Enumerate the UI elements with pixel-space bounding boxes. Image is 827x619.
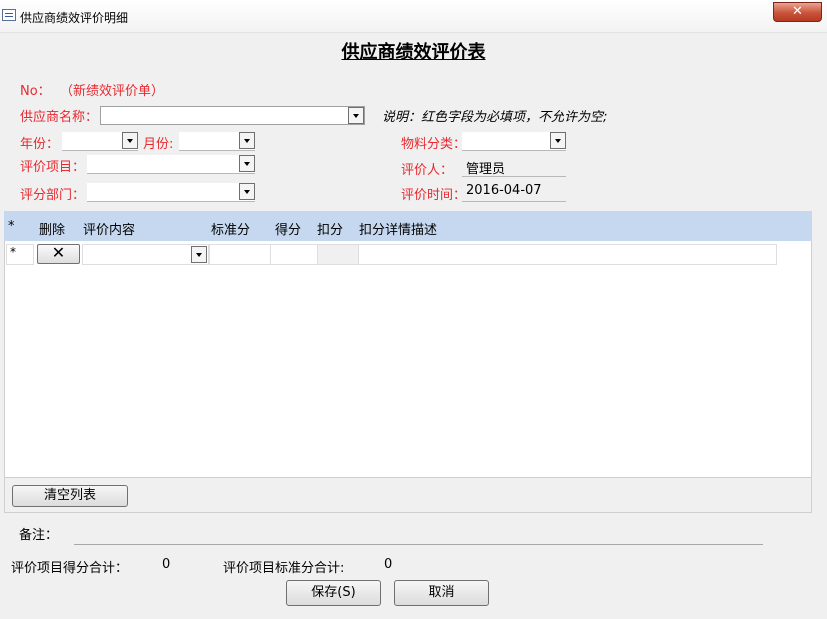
- grid-header-standard: 标准分: [211, 223, 251, 238]
- item-label: 评价项目：: [20, 160, 86, 175]
- grid-header-deduction: 扣分: [317, 223, 344, 238]
- chevron-down-icon[interactable]: [239, 155, 255, 172]
- delete-row-button[interactable]: ✕: [37, 244, 80, 264]
- deduction-cell: [317, 244, 359, 265]
- score-cell[interactable]: [270, 244, 318, 265]
- month-combo[interactable]: [179, 132, 255, 151]
- clear-list-button[interactable]: 清空列表: [12, 485, 128, 507]
- material-label: 物料分类：: [401, 137, 467, 152]
- no-label: No：: [20, 84, 51, 99]
- cancel-button[interactable]: 取消: [394, 580, 489, 606]
- grid-header-detail: 扣分详情描述: [359, 223, 438, 238]
- score-total-label: 评价项目得分合计：: [11, 561, 129, 576]
- dept-label: 评分部门：: [20, 188, 86, 203]
- evaluator-label: 评价人：: [401, 163, 454, 178]
- chevron-down-icon[interactable]: [239, 183, 255, 200]
- chevron-down-icon[interactable]: [550, 132, 566, 149]
- month-label: 月份:: [143, 137, 174, 152]
- standard-score-cell[interactable]: [209, 244, 271, 265]
- score-total-value: 0: [162, 557, 171, 572]
- deduction-detail-cell[interactable]: [358, 244, 777, 265]
- chevron-down-icon[interactable]: [191, 246, 207, 263]
- supplier-label: 供应商名称：: [20, 110, 99, 125]
- chevron-down-icon[interactable]: [348, 107, 364, 124]
- material-combo[interactable]: [462, 132, 566, 151]
- item-combo[interactable]: [87, 155, 255, 174]
- form-icon: [2, 9, 16, 21]
- eval-time-field[interactable]: 2016-04-07: [462, 183, 566, 202]
- remarks-field[interactable]: [74, 525, 763, 545]
- grid-header-marker: *: [8, 219, 15, 234]
- standard-total-label: 评价项目标准分合计:: [223, 561, 345, 576]
- grid-header-delete: 删除: [39, 223, 66, 238]
- chevron-down-icon[interactable]: [122, 132, 138, 149]
- save-button[interactable]: 保存(S): [286, 580, 381, 606]
- year-label: 年份：: [20, 137, 60, 152]
- chevron-down-icon[interactable]: [239, 132, 255, 149]
- remarks-label: 备注：: [19, 528, 59, 543]
- required-note: 说明：红色字段为必填项，不允许为空;: [382, 110, 608, 125]
- form-title: 供应商绩效评价表: [341, 42, 486, 63]
- standard-total-value: 0: [384, 557, 393, 572]
- evaluator-field[interactable]: 管理员: [462, 158, 566, 177]
- window-title: 供应商绩效评价明细: [20, 11, 129, 25]
- eval-time-label: 评价时间：: [401, 188, 467, 203]
- grid-header-content: 评价内容: [83, 223, 136, 238]
- content-combo[interactable]: [82, 244, 209, 265]
- year-combo[interactable]: [62, 132, 138, 151]
- close-button[interactable]: ✕: [773, 2, 822, 22]
- supplier-combo[interactable]: [100, 106, 365, 125]
- no-value: （新绩效评价单）: [60, 84, 165, 99]
- grid-header-score: 得分: [275, 223, 302, 238]
- dept-combo[interactable]: [87, 183, 255, 202]
- new-row-marker: *: [6, 244, 34, 265]
